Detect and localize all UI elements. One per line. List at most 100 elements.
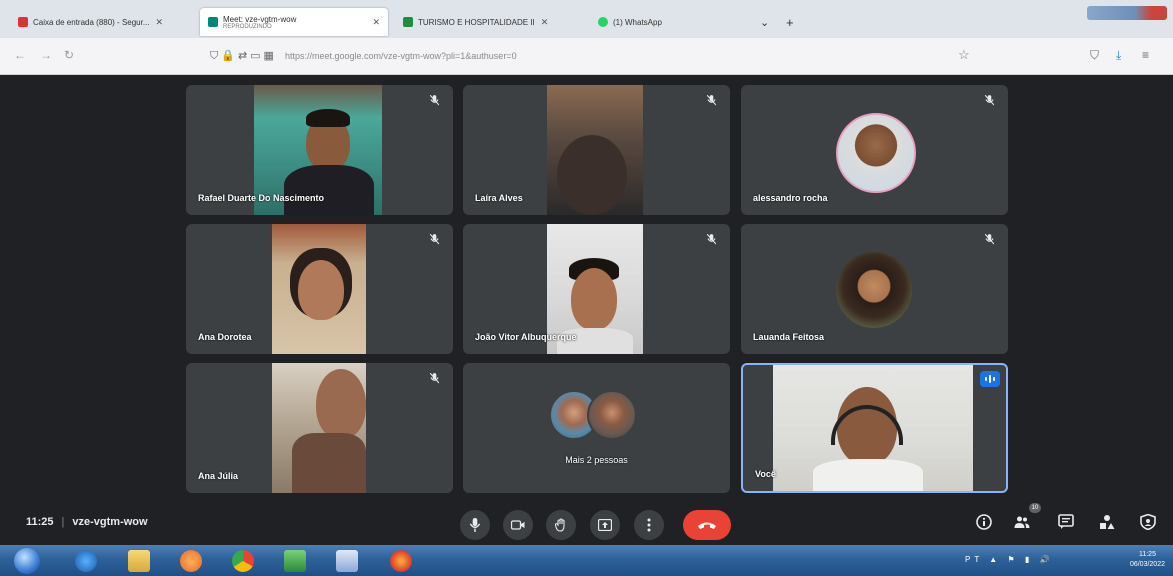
tab-email[interactable]: Caixa de entrada (880) - Segur... ✕ [10, 8, 195, 36]
shirt [284, 165, 374, 215]
clock-time: 11:25 [1138, 551, 1156, 558]
mic-off-icon [985, 95, 994, 106]
forward-arrow-icon[interactable]: → [40, 48, 52, 62]
pocket-icon[interactable]: ⛉ [1090, 48, 1099, 63]
participant-tile[interactable]: alessandro rocha [741, 85, 1008, 215]
face [298, 260, 344, 320]
tab-close-icon[interactable]: ✕ [372, 17, 380, 28]
more-participants-tile[interactable]: Mais 2 pessoas [463, 363, 730, 493]
chat-icon[interactable] [1058, 514, 1074, 530]
mic-off-icon [985, 234, 994, 245]
camera-icon [511, 520, 525, 530]
mic-toggle-button[interactable] [460, 510, 490, 540]
participant-video [272, 363, 366, 493]
participant-tile[interactable]: João Vitor Albuquerque [463, 224, 730, 354]
participant-name: Lauanda Feitosa [753, 332, 825, 342]
browser-nav-bar: ← → ↻ ⛉🔒⇄▭▦ https://meet.google.com/vze-… [0, 38, 1173, 75]
start-button[interactable] [14, 548, 40, 574]
address-bar[interactable]: ⛉🔒⇄▭▦ https://meet.google.com/vze-vgtm-w… [210, 44, 990, 68]
info-icon[interactable] [976, 514, 992, 530]
browser-tab-bar: Caixa de entrada (880) - Segur... ✕ Meet… [0, 0, 1173, 38]
shirt [813, 459, 923, 491]
self-tile[interactable]: Você [741, 363, 1008, 493]
mic-icon [469, 518, 481, 532]
tab-meet-sublabel: REPRODUZINDO [223, 23, 272, 30]
people-count-badge: 10 [1029, 503, 1041, 513]
camera-toggle-button[interactable] [503, 510, 533, 540]
spreadsheet-icon[interactable] [284, 550, 306, 572]
window-controls[interactable] [1087, 6, 1167, 20]
leave-call-button[interactable] [683, 510, 731, 540]
participant-tile[interactable]: Ana Júlia [186, 363, 453, 493]
host-controls-icon[interactable] [1140, 514, 1156, 530]
meeting-code: vze-vgtm-wow [72, 516, 148, 528]
tab-email-label: Caixa de entrada (880) - Segur... [33, 17, 150, 27]
menu-icon[interactable]: ≡ [1142, 48, 1149, 62]
url-text[interactable]: https://meet.google.com/vze-vgtm-wow?pli… [285, 51, 517, 61]
reload-icon[interactable]: ↻ [64, 48, 74, 62]
tab-close-icon[interactable]: ✕ [156, 17, 164, 28]
participant-tile[interactable]: Ana Dorotea [186, 224, 453, 354]
tab-list-icon: ⌄ [760, 16, 770, 29]
participant-name: Laíra Alves [475, 193, 523, 203]
tab-turismo[interactable]: TURISMO E HOSPITALIDADE II ✕ [395, 8, 585, 36]
mic-off-icon [430, 95, 439, 106]
participant-video [272, 224, 366, 354]
participant-name: João Vitor Albuquerque [475, 332, 577, 342]
tab-list-button[interactable]: ⌄ [760, 8, 780, 36]
avatar [836, 113, 916, 193]
mic-off-icon [707, 95, 716, 106]
present-screen-button[interactable] [590, 510, 620, 540]
file-explorer-icon[interactable] [128, 550, 150, 572]
participant-name: Rafael Duarte Do Nascimento [198, 193, 325, 203]
whatsapp-favicon-icon [598, 17, 608, 27]
face [316, 369, 366, 439]
bookmark-star-icon[interactable]: ☆ [958, 47, 970, 63]
firefox-icon[interactable] [390, 550, 412, 572]
system-clock[interactable]: 11:25 06/03/2022 [1130, 550, 1165, 570]
system-tray[interactable]: PT ▲ ⚑ ▮ 🔊 [965, 555, 1053, 564]
tab-whatsapp[interactable]: (1) WhatsApp [590, 8, 740, 36]
tray-language: PT [965, 555, 984, 564]
tab-close-icon[interactable]: ✕ [541, 17, 549, 28]
windows-taskbar: PT ▲ ⚑ ▮ 🔊 11:25 06/03/2022 [0, 545, 1173, 576]
tab-meet[interactable]: Meet: vze-vgtm-wow REPRODUZINDO ✕ [200, 8, 388, 36]
more-options-button[interactable] [634, 510, 664, 540]
participant-tile[interactable]: Lauanda Feitosa [741, 224, 1008, 354]
more-participants-label: Mais 2 pessoas [565, 455, 628, 465]
participant-name: Você [755, 469, 776, 479]
avatar [836, 252, 912, 328]
participant-name: Ana Dorotea [198, 332, 252, 342]
meeting-time: 11:25 [26, 516, 54, 528]
mic-off-icon [430, 373, 439, 384]
more-vert-icon [647, 518, 651, 532]
end-call-icon [698, 522, 716, 529]
mail-favicon-icon [18, 17, 28, 27]
meeting-info: 11:25 | vze-vgtm-wow [26, 516, 148, 528]
tab-meet-label: Meet: vze-vgtm-wow [223, 14, 297, 24]
download-icon[interactable]: ⤓ [1116, 48, 1121, 63]
site-info-icons[interactable]: ⛉🔒⇄▭▦ [210, 49, 277, 63]
participant-tile[interactable]: Rafael Duarte Do Nascimento [186, 85, 453, 215]
speaking-indicator-icon [980, 371, 1000, 387]
classroom-favicon-icon [403, 17, 413, 27]
back-arrow-icon[interactable]: ← [14, 48, 26, 62]
tab-whatsapp-label: (1) WhatsApp [613, 17, 662, 27]
document-icon[interactable] [336, 550, 358, 572]
participant-tile[interactable]: Laíra Alves [463, 85, 730, 215]
people-icon[interactable] [1014, 514, 1030, 530]
chrome-icon[interactable] [232, 550, 254, 572]
plus-icon: + [786, 14, 794, 30]
activities-icon[interactable] [1099, 514, 1115, 530]
tab-meet-text: Meet: vze-vgtm-wow REPRODUZINDO [223, 15, 296, 30]
separator: | [61, 516, 65, 528]
present-icon [598, 519, 612, 531]
new-tab-button[interactable]: + [786, 8, 806, 36]
internet-explorer-icon[interactable] [75, 550, 97, 572]
media-player-icon[interactable] [180, 550, 202, 572]
mic-off-icon [707, 234, 716, 245]
hair [306, 109, 350, 127]
raise-hand-button[interactable] [546, 510, 576, 540]
participant-video [547, 85, 643, 215]
face [571, 268, 617, 330]
